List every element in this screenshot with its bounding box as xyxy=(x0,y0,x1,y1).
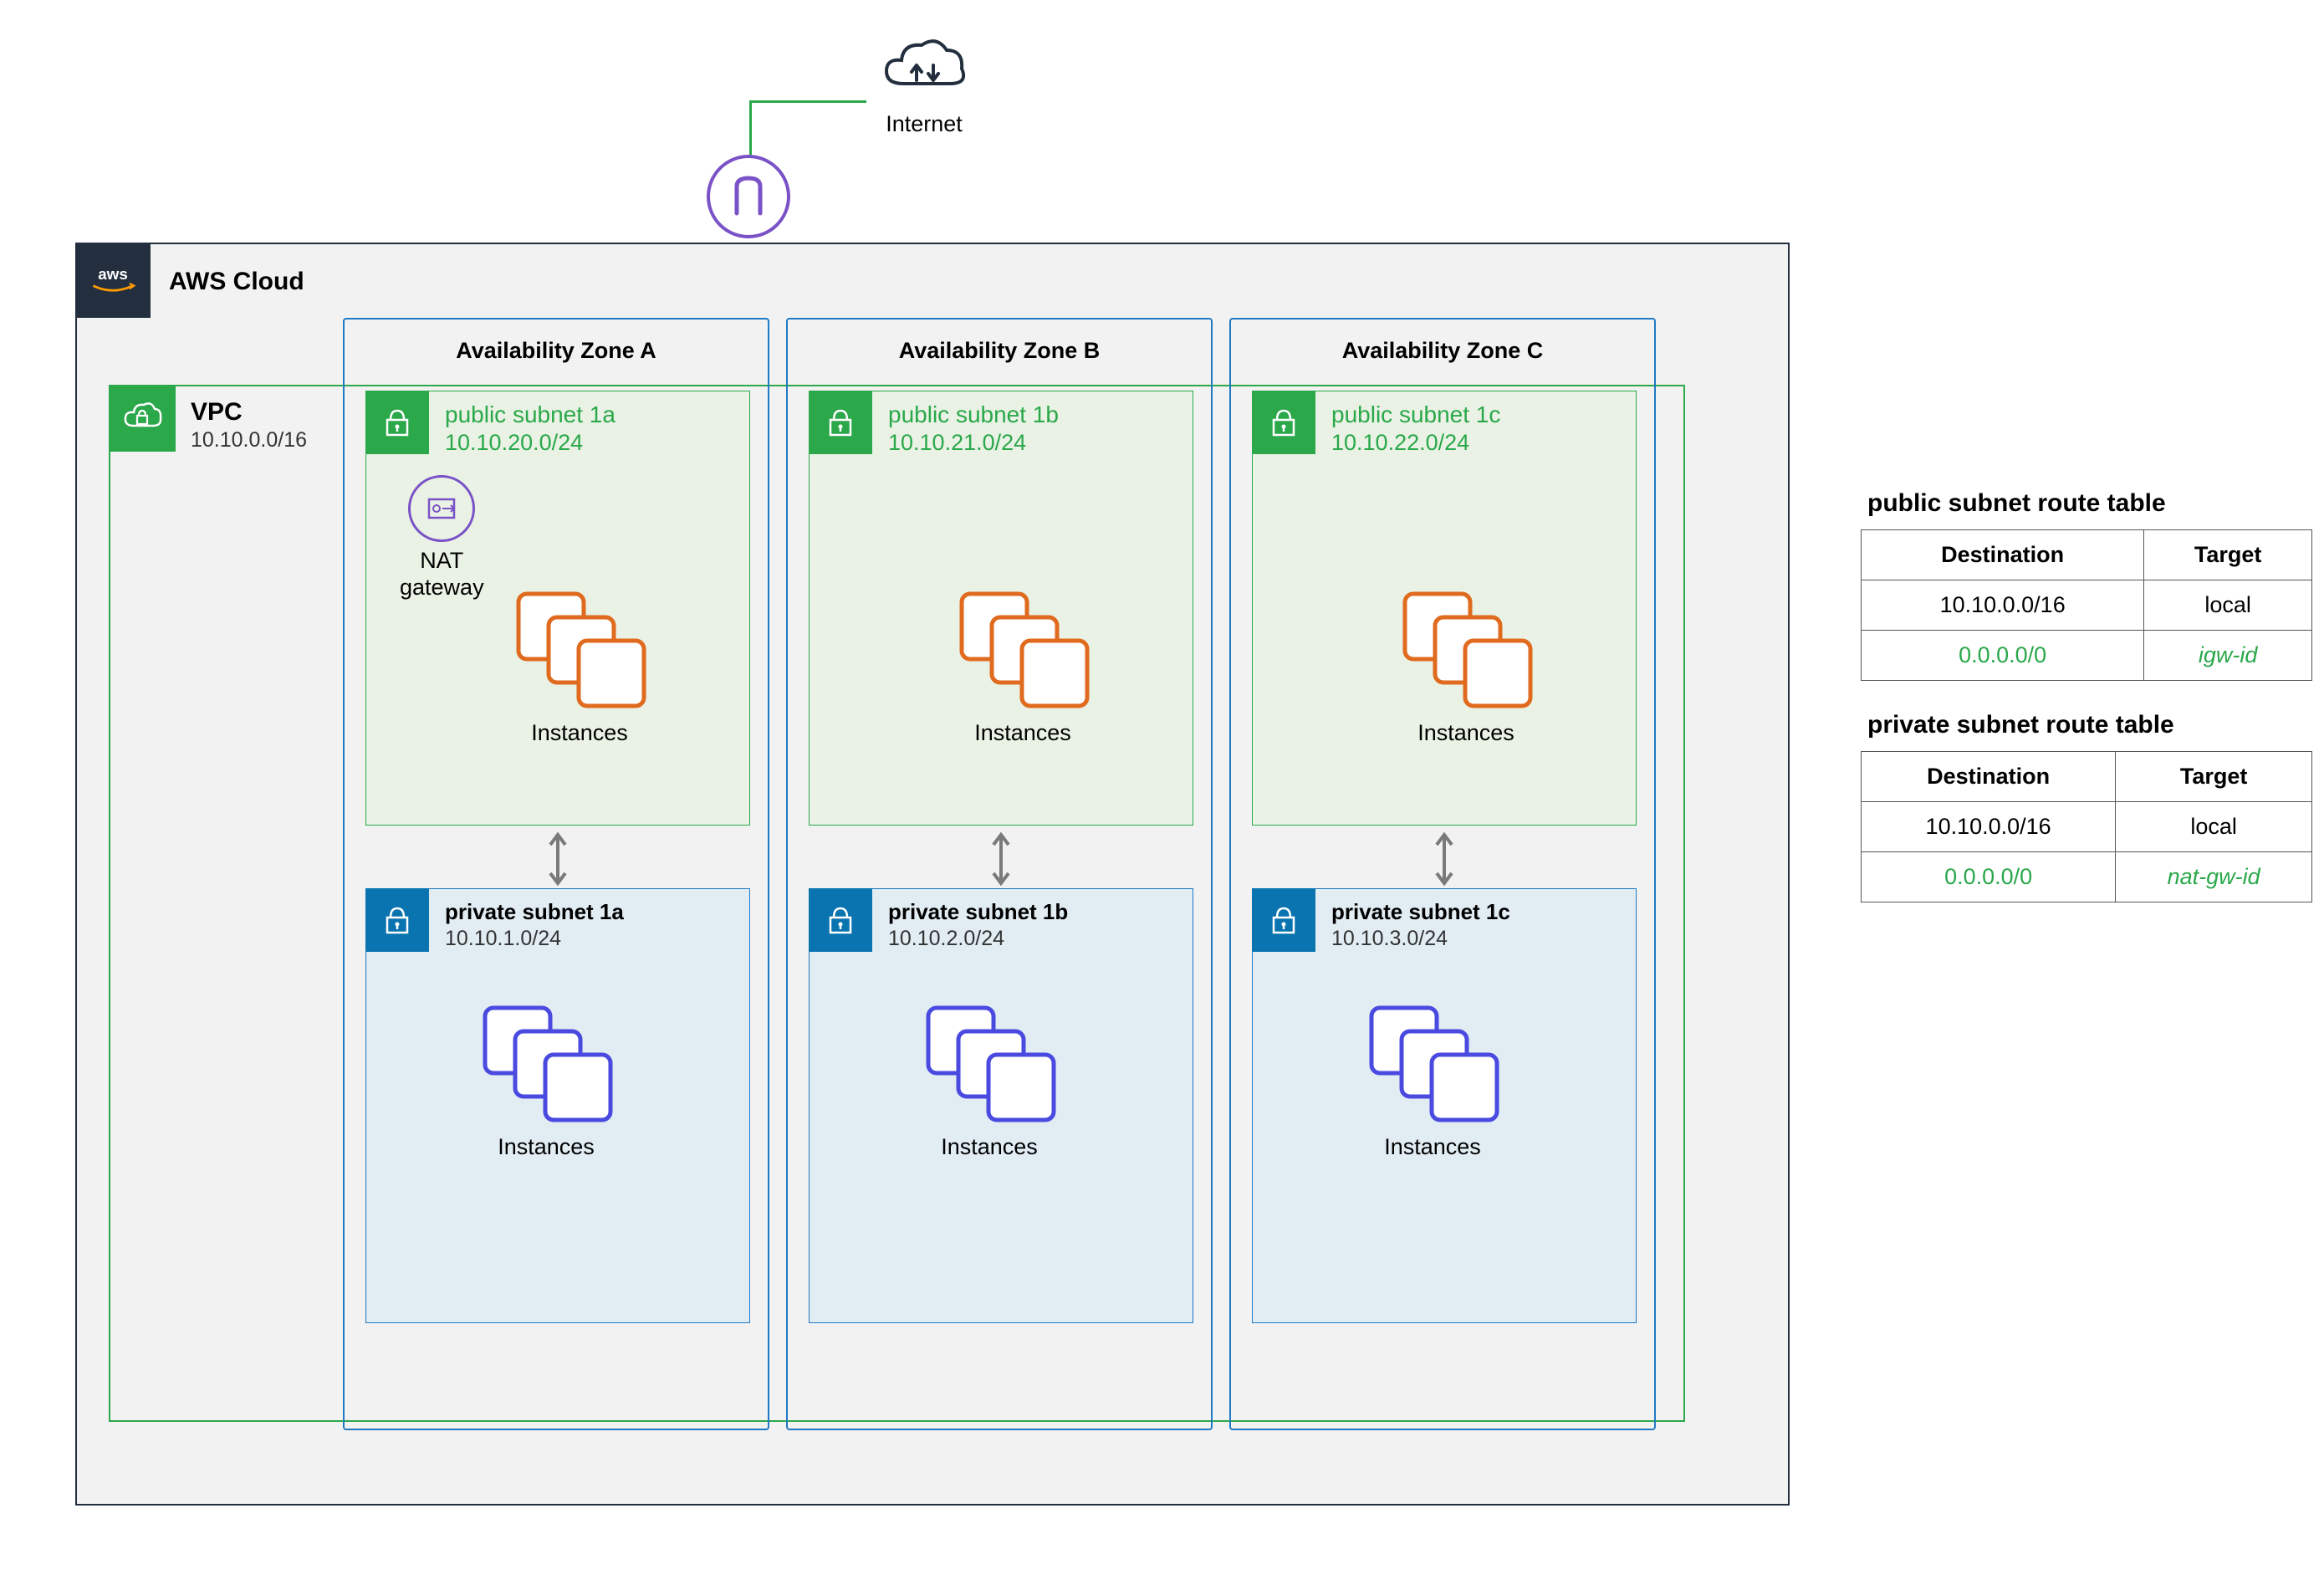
bidirectional-arrow-icon xyxy=(1432,830,1457,888)
private-subnet-1c: private subnet 1c 10.10.3.0/24 Instances xyxy=(1252,888,1637,1323)
bidirectional-arrow-icon xyxy=(988,830,1014,888)
route-tables: public subnet route table Destination Ta… xyxy=(1861,489,2312,902)
private-subnet-1b: private subnet 1b 10.10.2.0/24 Instances xyxy=(809,888,1193,1323)
nat-gateway-block: NAT gateway xyxy=(400,475,484,601)
diagram-canvas: Internet IGW aws AWS Cloud xyxy=(25,25,2324,1565)
col-destination: Destination xyxy=(1862,530,2144,580)
instances-label: Instances xyxy=(508,720,651,746)
az-a-label: Availability Zone A xyxy=(345,320,768,364)
availability-zone-b: Availability Zone B public subnet 1b 10.… xyxy=(786,318,1213,1430)
lock-icon xyxy=(365,888,429,952)
private-route-table-title: private subnet route table xyxy=(1867,711,2312,739)
az-c-label: Availability Zone C xyxy=(1231,320,1654,364)
instances-label: Instances xyxy=(1395,720,1537,746)
lock-icon xyxy=(809,391,872,454)
svg-text:aws: aws xyxy=(98,265,128,283)
public-subnet-1a: public subnet 1a 10.10.20.0/24 NAT gatew… xyxy=(365,391,750,826)
internet-block: Internet xyxy=(878,33,970,137)
vpc-label-block: VPC 10.10.0.0/16 xyxy=(191,398,307,452)
instances-label: Instances xyxy=(918,1134,1060,1160)
table-row: 0.0.0.0/0 igw-id xyxy=(1862,631,2312,681)
cell-target: local xyxy=(2116,802,2312,852)
lock-icon xyxy=(365,391,429,454)
subnet-cidr: 10.10.20.0/24 xyxy=(445,430,615,456)
instances-label: Instances xyxy=(1361,1134,1504,1160)
availability-zone-c: Availability Zone C public subnet 1c 10.… xyxy=(1229,318,1656,1430)
lock-icon xyxy=(1252,888,1315,952)
aws-cloud-label: AWS Cloud xyxy=(169,268,304,296)
vpc-cidr: 10.10.0.0/16 xyxy=(191,428,307,452)
subnet-name: private subnet 1a xyxy=(445,899,624,925)
instances-block: Instances xyxy=(1395,584,1537,746)
public-subnet-1b: public subnet 1b 10.10.21.0/24 Instances xyxy=(809,391,1193,826)
cloud-icon xyxy=(878,33,970,100)
nat-label-2: gateway xyxy=(400,575,484,600)
instances-icon xyxy=(952,584,1094,709)
private-route-table: Destination Target 10.10.0.0/16 local 0.… xyxy=(1861,751,2312,902)
public-subnet-1c: public subnet 1c 10.10.22.0/24 Instances xyxy=(1252,391,1637,826)
col-target: Target xyxy=(2144,530,2312,580)
instances-block: Instances xyxy=(475,998,617,1160)
nat-label-1: NAT xyxy=(420,548,463,573)
instances-block: Instances xyxy=(952,584,1094,746)
instances-icon xyxy=(508,584,651,709)
cell-target: local xyxy=(2144,580,2312,631)
col-target: Target xyxy=(2116,752,2312,802)
col-destination: Destination xyxy=(1862,752,2116,802)
subnet-name: public subnet 1a xyxy=(445,401,615,428)
instances-icon xyxy=(1361,998,1504,1123)
cell-dest: 10.10.0.0/16 xyxy=(1862,802,2116,852)
instances-icon xyxy=(475,998,617,1123)
internet-label: Internet xyxy=(878,111,970,137)
igw-icon xyxy=(707,155,790,238)
cell-dest: 0.0.0.0/0 xyxy=(1862,631,2144,681)
table-row: 10.10.0.0/16 local xyxy=(1862,580,2312,631)
public-route-table: Destination Target 10.10.0.0/16 local 0.… xyxy=(1861,529,2312,681)
instances-block: Instances xyxy=(1361,998,1504,1160)
nat-gateway-icon xyxy=(408,475,475,542)
table-row: 10.10.0.0/16 local xyxy=(1862,802,2312,852)
bidirectional-arrow-icon xyxy=(545,830,570,888)
instances-label: Instances xyxy=(952,720,1094,746)
subnet-cidr: 10.10.2.0/24 xyxy=(888,927,1068,951)
instances-label: Instances xyxy=(475,1134,617,1160)
vpc-badge xyxy=(109,385,176,452)
availability-zone-a: Availability Zone A public subnet 1a 10.… xyxy=(343,318,769,1430)
vpc-icon xyxy=(121,397,163,439)
subnet-name: public subnet 1c xyxy=(1331,401,1500,428)
lock-icon xyxy=(809,888,872,952)
lock-icon xyxy=(1252,391,1315,454)
instances-block: Instances xyxy=(508,584,651,746)
subnet-name: private subnet 1c xyxy=(1331,899,1510,925)
az-b-label: Availability Zone B xyxy=(788,320,1211,364)
cell-target: igw-id xyxy=(2144,631,2312,681)
table-row: 0.0.0.0/0 nat-gw-id xyxy=(1862,852,2312,902)
subnet-name: public subnet 1b xyxy=(888,401,1059,428)
instances-icon xyxy=(918,998,1060,1123)
subnet-cidr: 10.10.21.0/24 xyxy=(888,430,1059,456)
aws-logo-icon: aws xyxy=(85,263,140,297)
subnet-cidr: 10.10.22.0/24 xyxy=(1331,430,1500,456)
cell-target: nat-gw-id xyxy=(2116,852,2312,902)
aws-logo-badge: aws xyxy=(75,243,151,318)
private-subnet-1a: private subnet 1a 10.10.1.0/24 Instances xyxy=(365,888,750,1323)
instances-icon xyxy=(1395,584,1537,709)
subnet-cidr: 10.10.1.0/24 xyxy=(445,927,624,951)
subnet-cidr: 10.10.3.0/24 xyxy=(1331,927,1510,951)
subnet-name: private subnet 1b xyxy=(888,899,1068,925)
cell-dest: 0.0.0.0/0 xyxy=(1862,852,2116,902)
vpc-title: VPC xyxy=(191,398,307,427)
public-route-table-title: public subnet route table xyxy=(1867,489,2312,518)
instances-block: Instances xyxy=(918,998,1060,1160)
cell-dest: 10.10.0.0/16 xyxy=(1862,580,2144,631)
